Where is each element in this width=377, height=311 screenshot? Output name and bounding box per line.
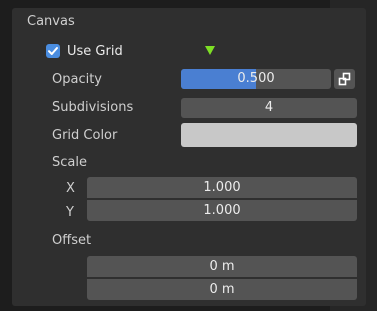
section-title: Canvas <box>27 14 75 29</box>
link-icon <box>338 72 350 86</box>
opacity-value: 0.500 <box>237 71 275 86</box>
offset-x-field[interactable]: 0 m <box>87 256 357 277</box>
offset-label: Offset <box>52 233 92 248</box>
scale-y-field[interactable]: 1.000 <box>87 200 357 221</box>
scale-y-label: Y <box>66 205 74 220</box>
link-toggle-button[interactable] <box>334 69 355 89</box>
grid-color-label: Grid Color <box>52 128 118 143</box>
offset-y-value: 0 m <box>209 282 235 297</box>
scale-x-field[interactable]: 1.000 <box>87 177 357 198</box>
checkmark-icon <box>48 47 58 55</box>
use-grid-label: Use Grid <box>67 44 123 59</box>
offset-x-value: 0 m <box>209 259 235 274</box>
subdivisions-label: Subdivisions <box>52 100 134 115</box>
subdivisions-field[interactable]: 4 <box>181 98 357 118</box>
use-grid-checkbox[interactable] <box>46 44 60 58</box>
offset-y-field[interactable]: 0 m <box>87 279 357 300</box>
keyframe-marker-icon[interactable] <box>205 46 215 55</box>
scale-x-label: X <box>66 181 75 196</box>
opacity-slider[interactable]: 0.500 <box>181 69 331 89</box>
opacity-label: Opacity <box>52 72 103 87</box>
grid-color-swatch[interactable] <box>181 123 357 147</box>
scale-x-value: 1.000 <box>203 180 241 195</box>
scale-label: Scale <box>52 155 87 170</box>
scale-y-value: 1.000 <box>203 203 241 218</box>
subdivisions-value: 4 <box>264 100 274 115</box>
